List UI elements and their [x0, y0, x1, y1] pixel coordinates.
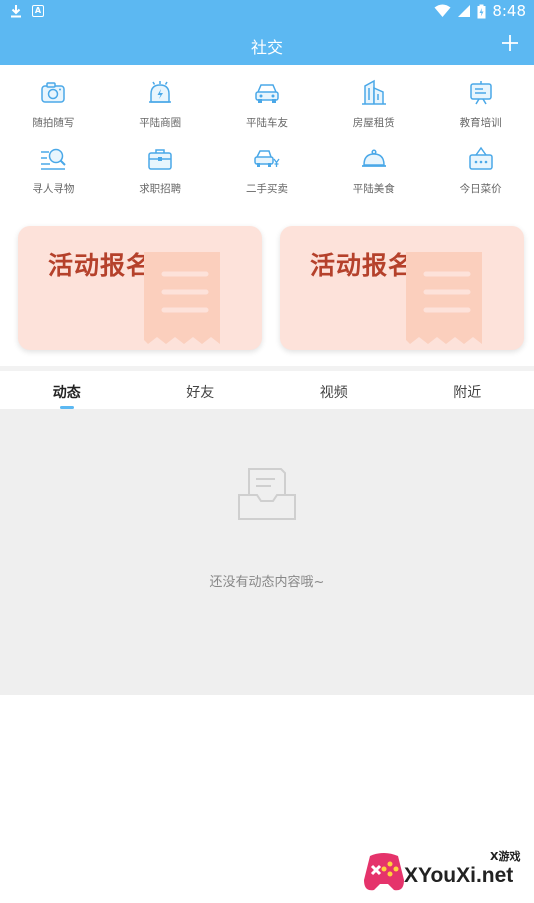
empty-message: 还没有动态内容哦~ — [209, 575, 325, 590]
category-item-secondhand[interactable]: 二手买卖 — [214, 144, 321, 210]
gamepad-logo-icon — [364, 853, 404, 891]
activity-signup-banner[interactable]: 活动报名 — [280, 226, 524, 350]
category-label: 求职招聘 — [139, 183, 182, 195]
tab-label: 视频 — [319, 385, 348, 401]
category-label: 随拍随写 — [32, 117, 75, 129]
food-cloche-icon — [361, 149, 386, 167]
activity-signup-banner[interactable]: 活动报名 — [18, 226, 262, 350]
car-yen-icon — [254, 150, 280, 167]
category-label: 教育培训 — [459, 117, 502, 129]
tab-label: 附近 — [453, 385, 482, 401]
tab-friends[interactable]: 好友 — [134, 371, 268, 409]
download-icon — [11, 5, 21, 18]
receipt-icon — [406, 252, 482, 344]
watermark: X游戏 XYouXi.net — [362, 848, 534, 900]
app-header: 社交 — [0, 24, 534, 65]
empty-inbox-icon — [238, 468, 296, 520]
signal-icon — [458, 5, 471, 17]
tab-nearby[interactable]: 附近 — [401, 371, 534, 409]
category-label: 寻人寻物 — [32, 183, 75, 195]
category-item-jobs[interactable]: 求职招聘 — [107, 144, 214, 210]
category-item-cars[interactable]: 平陆车友 — [214, 78, 321, 144]
briefcase-icon — [148, 149, 172, 170]
wifi-icon — [434, 4, 451, 17]
category-label: 平陆车友 — [245, 117, 288, 129]
category-label: 房屋租赁 — [352, 117, 395, 129]
category-label: 平陆商圈 — [139, 117, 182, 129]
category-row: 随拍随写 平陆商圈 平陆车友 房屋租赁 教育培训 — [0, 78, 534, 144]
add-icon[interactable] — [496, 29, 524, 57]
category-grid: 随拍随写 平陆商圈 平陆车友 房屋租赁 教育培训 寻人寻物 求职招聘 二手买卖 … — [0, 78, 534, 210]
category-item-photo[interactable]: 随拍随写 — [0, 78, 107, 144]
empty-state: 还没有动态内容哦~ — [0, 409, 534, 695]
battery-icon — [477, 4, 486, 18]
tab-label: 动态 — [52, 385, 81, 401]
watermark-subtitle: X游戏 — [490, 850, 521, 863]
banner-title: 活动报名 — [310, 251, 415, 280]
notification-badge-icon: A — [32, 5, 44, 17]
basket-icon — [468, 146, 493, 170]
category-item-housing[interactable]: 房屋租赁 — [320, 78, 427, 144]
category-item-food[interactable]: 平陆美食 — [320, 144, 427, 210]
category-item-business[interactable]: 平陆商圈 — [107, 78, 214, 144]
board-icon — [469, 81, 492, 105]
category-label: 二手买卖 — [245, 183, 288, 195]
category-item-veg-prices[interactable]: 今日菜价 — [427, 144, 534, 210]
watermark-site: XYouXi.net — [404, 864, 514, 887]
category-label: 今日菜价 — [459, 183, 502, 195]
status-bar: A 8:48 — [0, 0, 534, 24]
feed-tabs: 动态 好友 视频 附近 — [0, 371, 534, 409]
tab-label: 好友 — [186, 385, 215, 401]
camera-icon — [41, 82, 66, 103]
car-icon — [255, 84, 279, 103]
banner-title: 活动报名 — [48, 251, 153, 280]
category-label: 平陆美食 — [352, 183, 395, 195]
category-item-education[interactable]: 教育培训 — [427, 78, 534, 144]
tab-feed[interactable]: 动态 — [0, 371, 134, 409]
search-list-icon — [41, 148, 67, 170]
shop-bell-icon — [149, 81, 172, 103]
building-icon — [361, 79, 386, 105]
tab-videos[interactable]: 视频 — [267, 371, 401, 409]
category-row: 寻人寻物 求职招聘 二手买卖 平陆美食 今日菜价 — [0, 144, 534, 210]
page-title: 社交 — [250, 38, 283, 57]
category-item-lost-found[interactable]: 寻人寻物 — [0, 144, 107, 210]
receipt-icon — [144, 252, 220, 344]
status-time: 8:48 — [492, 2, 526, 20]
